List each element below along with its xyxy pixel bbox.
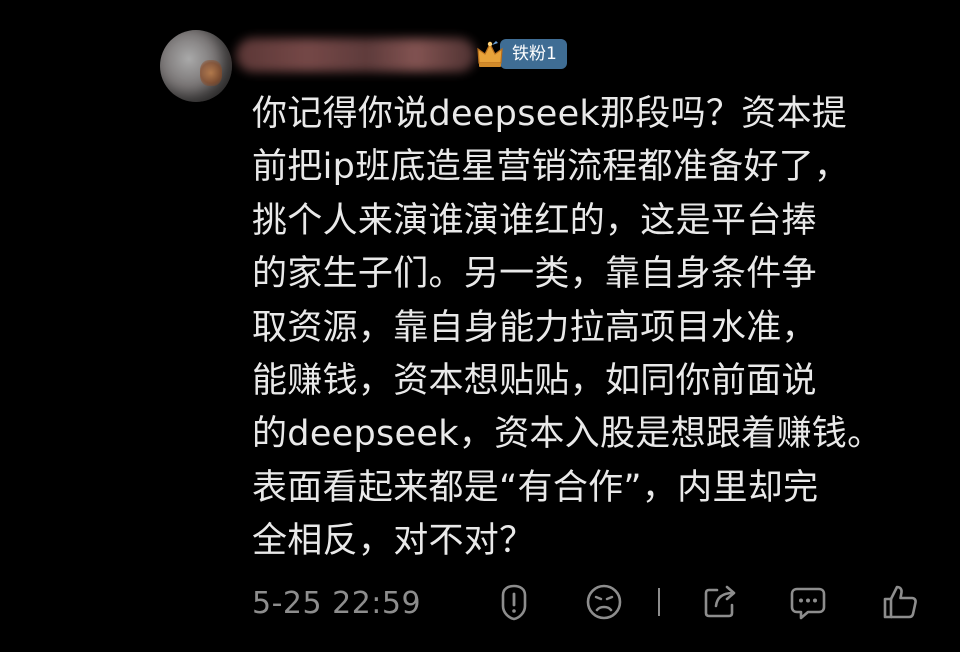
report-icon[interactable] <box>494 582 534 622</box>
user-avatar[interactable] <box>160 30 232 102</box>
action-divider <box>658 588 660 616</box>
username-redacted[interactable] <box>236 38 476 72</box>
comment-meta-row: 5-25 22:59 <box>252 580 942 628</box>
comment-line: 你记得你说deepseek那段吗？资本提 <box>252 94 848 134</box>
comment-line: 表面看起来都是“有合作”，内里却完 <box>252 467 819 508</box>
fan-badge-label: 铁粉1 <box>500 39 567 69</box>
comment-line: 的家生子们。另一类，靠自身条件争 <box>252 254 817 295</box>
comment-text: 你记得你说deepseek那段吗？资本提 前把ip班底造星营销流程都准备好了， … <box>252 88 942 569</box>
share-icon[interactable] <box>700 582 740 622</box>
comment-line: 能赚钱，资本想贴贴，如同你前面说 <box>252 361 817 402</box>
comment-line: 挑个人来演谁演谁红的，这是平台捧 <box>252 200 817 241</box>
crown-icon <box>476 39 504 69</box>
comment-timestamp: 5-25 22:59 <box>252 586 422 621</box>
fan-badge: 铁粉1 <box>476 38 567 70</box>
like-icon[interactable] <box>880 582 920 622</box>
comment-card: 铁粉1 你记得你说deepseek那段吗？资本提 前把ip班底造星营销流程都准备… <box>0 0 960 652</box>
comment-line: 全相反，对不对？ <box>252 521 535 562</box>
comment-line: 前把ip班底造星营销流程都准备好了， <box>252 147 850 188</box>
comment-line: 的deepseek，资本入股是想跟着赚钱。 <box>252 414 883 455</box>
dislike-icon[interactable] <box>584 582 624 622</box>
reply-icon[interactable] <box>788 582 828 622</box>
comment-line: 取资源，靠自身能力拉高项目水准， <box>252 307 817 348</box>
